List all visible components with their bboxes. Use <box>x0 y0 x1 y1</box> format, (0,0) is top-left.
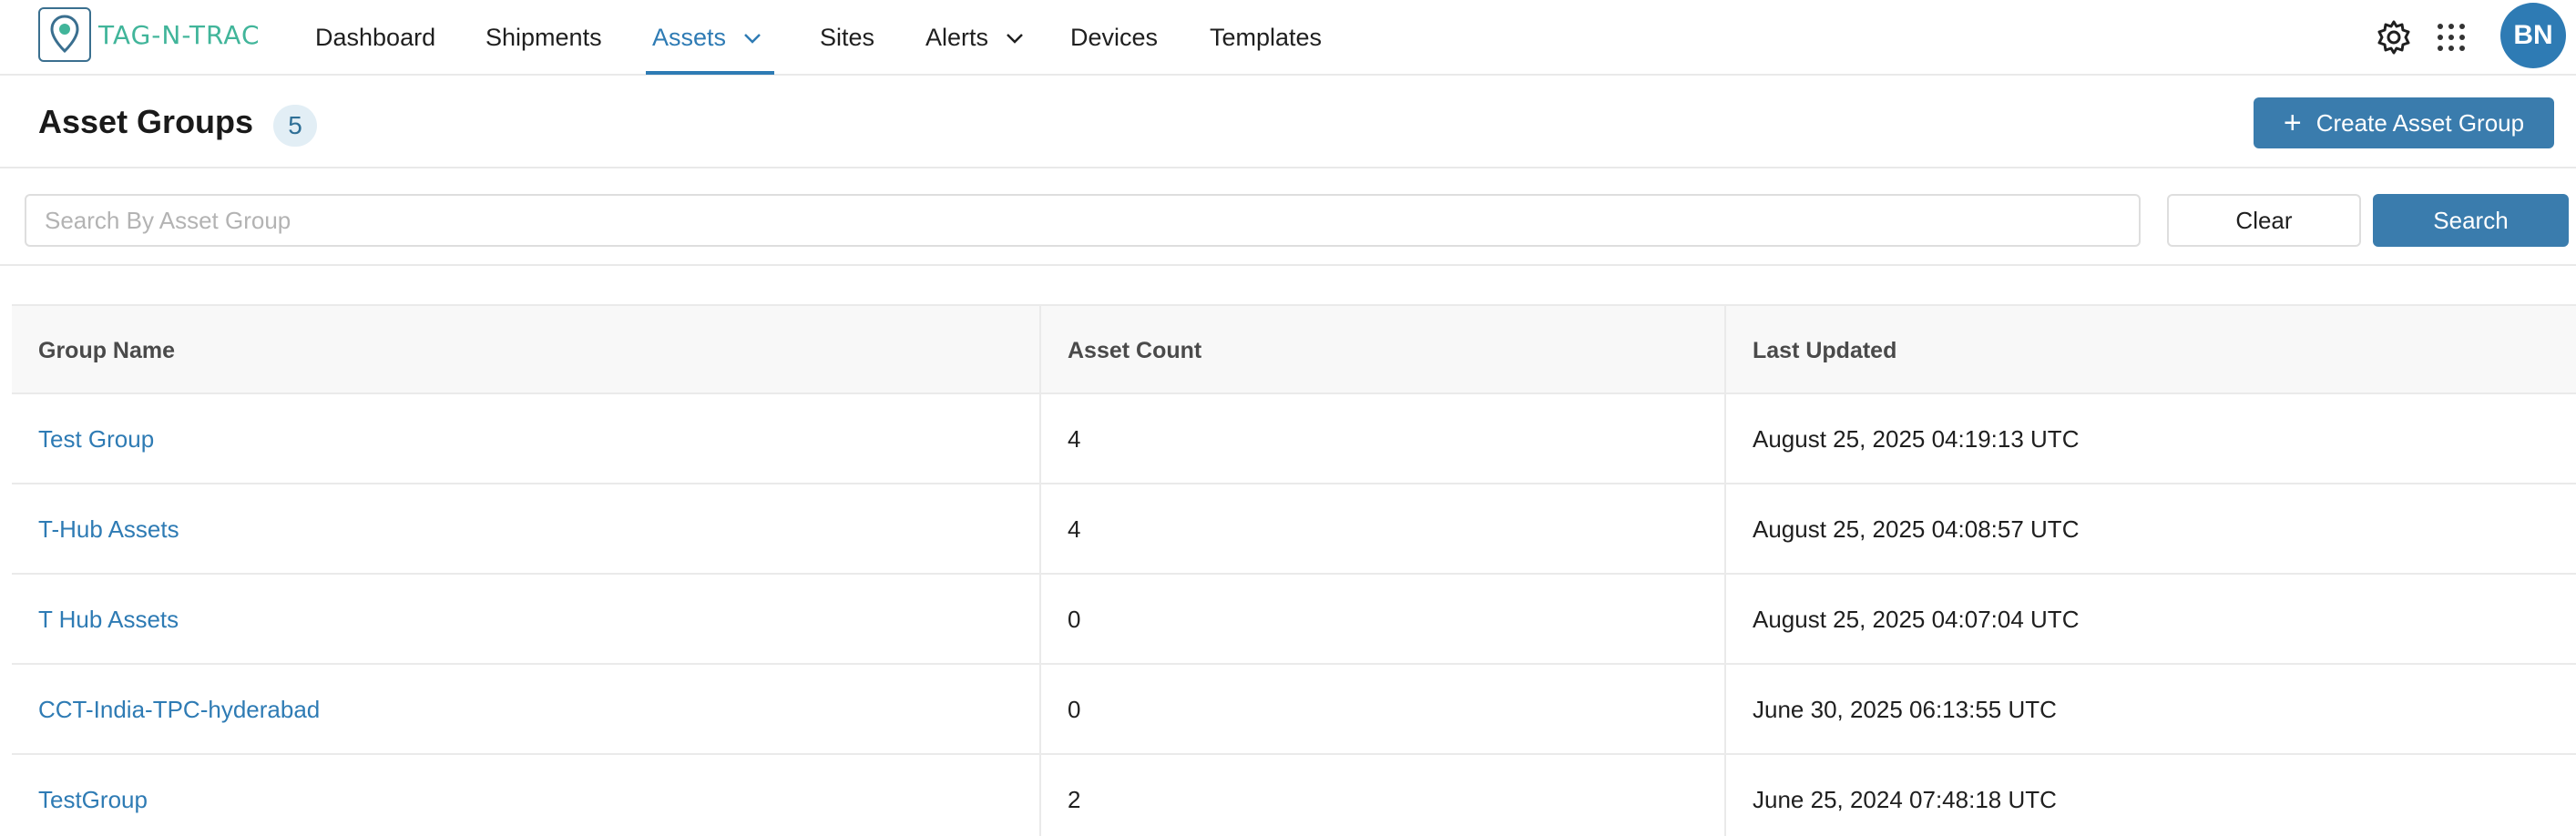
page-header: Asset Groups 5 + Create Asset Group <box>0 76 2576 168</box>
asset-count: 4 <box>1039 484 1724 575</box>
asset-groups-table: Group Name Asset Count Last Updated Test… <box>12 304 2576 836</box>
last-updated: August 25, 2025 04:19:13 UTC <box>1724 394 2576 484</box>
column-header-asset-count[interactable]: Asset Count <box>1039 306 1724 396</box>
column-header-last-updated[interactable]: Last Updated <box>1724 306 2576 396</box>
last-updated: August 25, 2025 04:08:57 UTC <box>1724 484 2576 575</box>
nav-shipments[interactable]: Shipments <box>486 0 602 76</box>
group-name-link[interactable]: TestGroup <box>38 786 148 814</box>
column-header-group-name[interactable]: Group Name <box>12 306 1039 396</box>
asset-count: 0 <box>1039 575 1724 665</box>
location-pin-icon <box>38 7 91 62</box>
table-header-row: Group Name Asset Count Last Updated <box>12 304 2576 396</box>
search-button[interactable]: Search <box>2373 194 2569 247</box>
table-row: CCT-India-TPC-hyderabad 0 June 30, 2025 … <box>12 665 2576 755</box>
create-asset-group-label: Create Asset Group <box>2315 108 2525 137</box>
last-updated: June 25, 2024 07:48:18 UTC <box>1724 755 2576 836</box>
asset-count: 0 <box>1039 665 1724 755</box>
asset-count: 2 <box>1039 755 1724 836</box>
last-updated: August 25, 2025 04:07:04 UTC <box>1724 575 2576 665</box>
create-asset-group-button[interactable]: + Create Asset Group <box>2254 97 2554 148</box>
logo[interactable]: TAG-N-TRAC <box>38 7 261 62</box>
last-updated: June 30, 2025 06:13:55 UTC <box>1724 665 2576 755</box>
nav-assets[interactable]: Assets <box>652 0 762 76</box>
nav-dashboard[interactable]: Dashboard <box>315 0 435 76</box>
search-input[interactable] <box>25 194 2141 247</box>
logo-text: TAG-N-TRAC <box>98 19 261 50</box>
group-name-link[interactable]: T-Hub Assets <box>38 515 179 544</box>
chevron-down-icon[interactable] <box>742 28 762 48</box>
nav-devices[interactable]: Devices <box>1070 0 1158 76</box>
avatar[interactable]: BN <box>2500 3 2566 68</box>
nav-alerts-label: Alerts <box>925 24 989 51</box>
table-row: Test Group 4 August 25, 2025 04:19:13 UT… <box>12 394 2576 484</box>
nav-templates[interactable]: Templates <box>1210 0 1322 76</box>
count-badge: 5 <box>273 105 317 147</box>
nav-sites[interactable]: Sites <box>820 0 874 76</box>
search-bar: Clear Search <box>0 168 2576 266</box>
table-row: T Hub Assets 0 August 25, 2025 04:07:04 … <box>12 575 2576 665</box>
table-row: T-Hub Assets 4 August 25, 2025 04:08:57 … <box>12 484 2576 575</box>
table-row: TestGroup 2 June 25, 2024 07:48:18 UTC <box>12 755 2576 836</box>
apps-grid-icon[interactable] <box>2436 22 2467 53</box>
nav-assets-label: Assets <box>652 24 727 51</box>
asset-count: 4 <box>1039 394 1724 484</box>
clear-button[interactable]: Clear <box>2167 194 2361 247</box>
page-title: Asset Groups <box>38 103 254 140</box>
chevron-down-icon[interactable] <box>1005 28 1025 48</box>
top-navigation: TAG-N-TRAC Dashboard Shipments Assets Si… <box>0 0 2576 76</box>
group-name-link[interactable]: CCT-India-TPC-hyderabad <box>38 696 320 724</box>
gear-icon[interactable] <box>2376 19 2412 56</box>
group-name-link[interactable]: Test Group <box>38 425 154 454</box>
active-tab-indicator <box>646 71 774 75</box>
nav-alerts[interactable]: Alerts <box>925 0 1025 76</box>
plus-icon: + <box>2283 106 2302 140</box>
group-name-link[interactable]: T Hub Assets <box>38 606 179 634</box>
